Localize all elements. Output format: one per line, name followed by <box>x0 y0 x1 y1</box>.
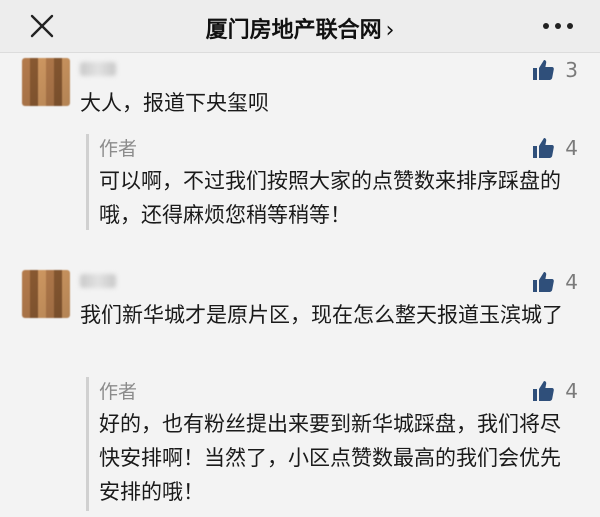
chevron-right-icon: › <box>385 18 395 43</box>
comment-text: 大人，报道下央玺呗 <box>80 91 269 115</box>
thumbs-up-icon <box>533 272 555 292</box>
like-count: 4 <box>565 136 578 160</box>
more-dots-icon[interactable] <box>538 14 578 38</box>
account-title-link[interactable]: 厦门房地产联合网 › <box>0 12 600 44</box>
thumbs-up-icon <box>533 138 555 158</box>
comment-text: 我们新华城才是原片区，现在怎么整天报道玉滨城了 <box>80 303 563 327</box>
like-button[interactable]: 3 <box>531 58 578 82</box>
like-count: 4 <box>565 379 578 403</box>
thumbs-up-icon <box>533 60 555 80</box>
like-count: 3 <box>565 58 578 82</box>
reply-text: 可以啊，不过我们按照大家的点赞数来排序踩盘的哦，还得麻烦您稍等稍等！ <box>99 169 561 227</box>
avatar[interactable] <box>22 270 70 318</box>
reply-like-button[interactable]: 4 <box>531 136 578 160</box>
page-title: 厦门房地产联合网 <box>205 18 382 43</box>
author-reply: 作者 可以啊，不过我们按照大家的点赞数来排序踩盘的哦，还得麻烦您稍等稍等！ <box>86 134 589 230</box>
thumbs-up-icon <box>533 381 555 401</box>
like-button[interactable]: 4 <box>531 270 578 294</box>
top-bar: 厦门房地产联合网 › <box>0 0 600 53</box>
avatar[interactable] <box>22 58 70 106</box>
commenter-name-blurred <box>80 274 116 288</box>
reply-like-button[interactable]: 4 <box>531 379 578 403</box>
reply-author: 作者 <box>99 381 138 403</box>
author-reply: 作者 好的，也有粉丝提出来要到新华城踩盘，我们将尽快安排啊！当然了，小区点赞数最… <box>86 377 589 511</box>
reply-text: 好的，也有粉丝提出来要到新华城踩盘，我们将尽快安排啊！当然了，小区点赞数最高的我… <box>99 412 561 504</box>
like-count: 4 <box>565 270 578 294</box>
reply-author: 作者 <box>99 138 138 160</box>
commenter-name-blurred <box>80 62 116 76</box>
